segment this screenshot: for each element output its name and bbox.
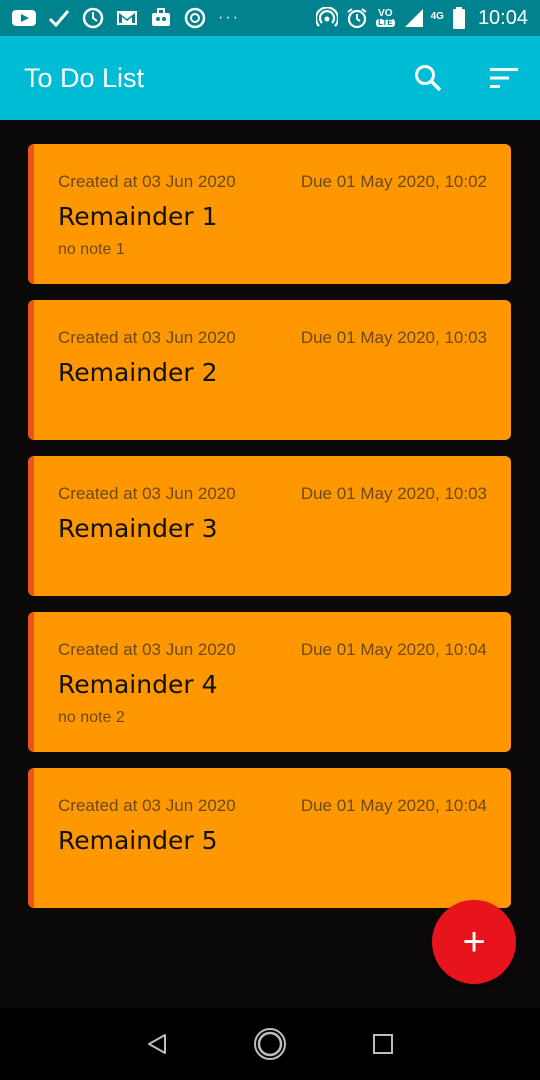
system-nav-bar <box>0 1008 540 1080</box>
task-card[interactable]: Created at 03 Jun 2020 Due 01 May 2020, … <box>28 768 511 908</box>
back-icon <box>147 1034 166 1054</box>
created-date: Created at 03 Jun 2020 <box>58 796 236 815</box>
clock-icon <box>82 7 104 29</box>
add-task-button[interactable]: + <box>432 900 516 984</box>
check-icon <box>48 8 70 28</box>
hotspot-icon <box>316 7 339 29</box>
task-card[interactable]: Created at 03 Jun 2020 Due 01 May 2020, … <box>28 456 511 596</box>
due-date: Due 01 May 2020, 10:04 <box>300 640 487 659</box>
page-title: To Do List <box>24 62 145 93</box>
sort-button[interactable] <box>488 62 520 94</box>
toolbox-icon <box>150 8 172 28</box>
swirl-icon <box>184 7 206 29</box>
task-title: Remainder 5 <box>58 826 218 855</box>
created-date: Created at 03 Jun 2020 <box>58 640 236 659</box>
task-list: Created at 03 Jun 2020 Due 01 May 2020, … <box>28 144 511 908</box>
task-title: Remainder 3 <box>58 514 218 543</box>
task-note: no note 2 <box>58 709 125 726</box>
volte-bottom-label: LTE <box>376 18 395 27</box>
back-button[interactable] <box>133 1020 181 1068</box>
recents-icon <box>373 1034 394 1054</box>
signal-icon <box>403 7 429 29</box>
status-bar: ··· VO LTE 4G 10:04 <box>0 0 540 36</box>
search-icon <box>415 65 442 92</box>
plus-icon: + <box>462 919 486 964</box>
gmail-icon <box>116 9 138 27</box>
due-date: Due 01 May 2020, 10:03 <box>300 484 487 503</box>
network-label: 4G <box>430 10 444 22</box>
recents-button[interactable] <box>359 1020 407 1068</box>
card-stripe <box>28 456 34 596</box>
due-date: Due 01 May 2020, 10:03 <box>300 328 487 347</box>
card-stripe <box>28 144 34 284</box>
status-system: VO LTE 4G 10:04 <box>316 7 528 30</box>
task-title: Remainder 4 <box>58 670 218 699</box>
home-button[interactable] <box>246 1020 294 1068</box>
card-stripe <box>28 768 34 908</box>
task-card[interactable]: Created at 03 Jun 2020 Due 01 May 2020, … <box>28 612 511 752</box>
card-stripe <box>28 612 34 752</box>
task-note: no note 1 <box>58 241 125 258</box>
volte-icon: VO LTE <box>376 9 395 27</box>
task-title: Remainder 2 <box>58 358 218 387</box>
created-date: Created at 03 Jun 2020 <box>58 484 236 503</box>
due-date: Due 01 May 2020, 10:04 <box>300 796 487 815</box>
more-notifications: ··· <box>218 9 240 26</box>
sort-icon <box>490 68 518 88</box>
alarm-icon <box>346 7 368 29</box>
status-notifications: ··· <box>12 7 240 29</box>
battery-icon <box>452 7 466 29</box>
due-date: Due 01 May 2020, 10:02 <box>300 172 487 191</box>
card-stripe <box>28 300 34 440</box>
app-bar-actions <box>412 62 520 94</box>
search-button[interactable] <box>412 62 444 94</box>
task-title: Remainder 1 <box>58 202 218 231</box>
youtube-icon <box>12 9 36 27</box>
home-icon <box>253 1028 286 1060</box>
created-date: Created at 03 Jun 2020 <box>58 328 236 347</box>
app-bar: To Do List <box>0 36 540 120</box>
created-date: Created at 03 Jun 2020 <box>58 172 236 191</box>
status-time: 10:04 <box>477 6 528 29</box>
task-card[interactable]: Created at 03 Jun 2020 Due 01 May 2020, … <box>28 144 511 284</box>
task-card[interactable]: Created at 03 Jun 2020 Due 01 May 2020, … <box>28 300 511 440</box>
